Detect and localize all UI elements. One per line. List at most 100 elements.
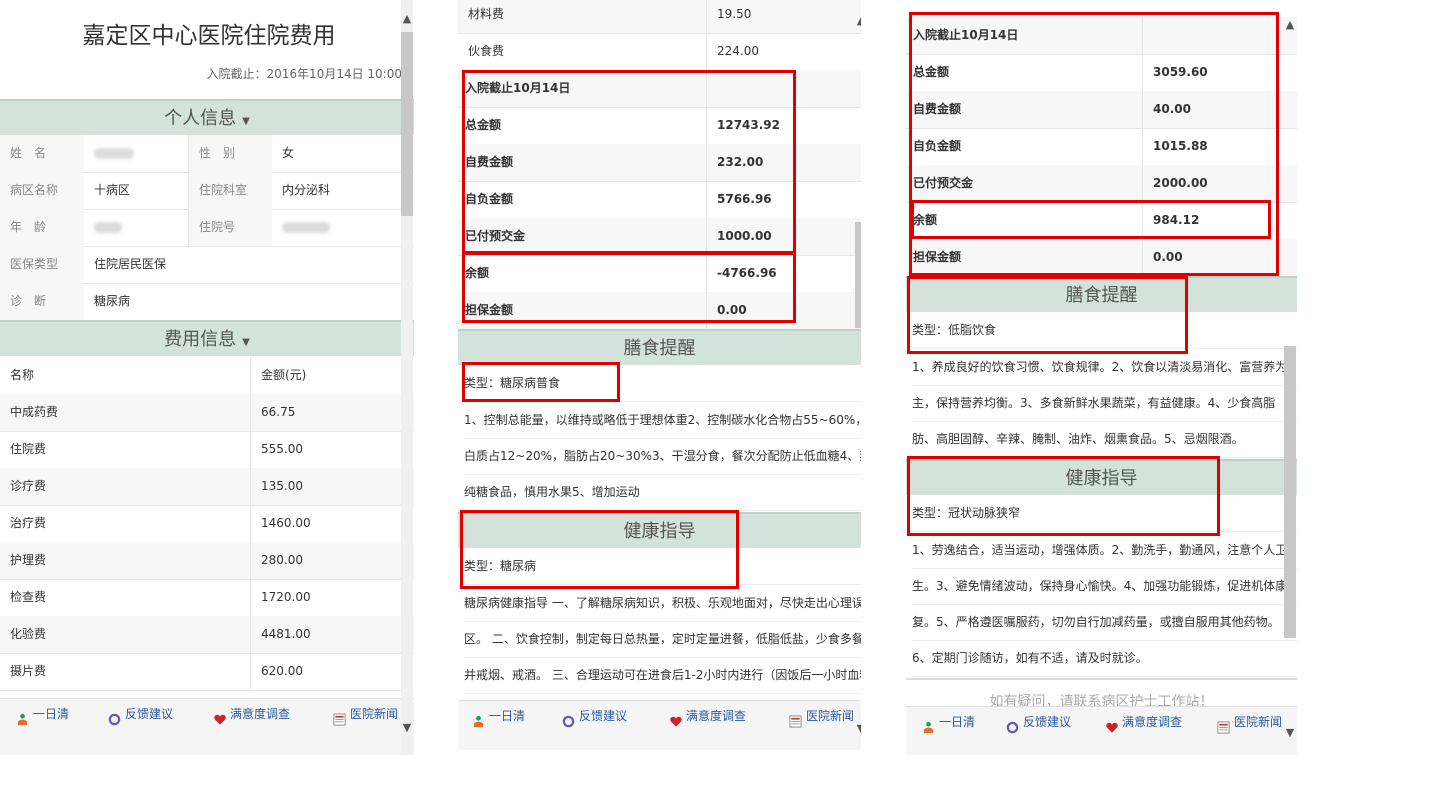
scroll-up-icon[interactable]: ▲ <box>401 12 413 26</box>
circle-icon <box>1006 715 1019 734</box>
summary-value: -4766.96 <box>706 255 861 292</box>
scroll-down-icon[interactable]: ▼ <box>401 721 413 735</box>
heart-icon <box>1105 715 1118 733</box>
scrollbar-thumb[interactable] <box>401 32 413 216</box>
summary-label: 余额 <box>465 266 490 280</box>
scroll-down-icon[interactable]: ▼ <box>1284 726 1296 740</box>
nav-label: 一日清 <box>489 709 526 723</box>
nav-satisfaction-survey[interactable]: 满意度调查 <box>1105 707 1182 743</box>
panel-inpatient-fees-2[interactable]: 材料费 19.50 伙食费 224.00 入院截止10月14日 总金额 12743.92 自… <box>458 0 861 750</box>
cutoff-time: 入院截止：2016年10月14日 10:00 <box>206 67 402 81</box>
label-diagnosis: 诊 断 <box>0 283 84 320</box>
nav-daily-list[interactable]: 一日清 <box>922 707 975 743</box>
summary-value: 0.00 <box>1142 239 1297 276</box>
summary-label: 总金额 <box>913 65 950 79</box>
scrollbar[interactable]: ▲ ▼ <box>855 0 861 750</box>
diet-section-header[interactable]: 膳食提醒 <box>458 329 861 365</box>
scrollbar[interactable]: ▲ ▼ <box>401 0 413 755</box>
nav-satisfaction-survey[interactable]: 满意度调查 <box>213 699 290 735</box>
value-admission-no <box>272 209 414 246</box>
nav-label: 反馈建议 <box>125 707 174 721</box>
news-icon <box>333 707 346 726</box>
text-line: 区。 二、饮食控制，制定每日总热量，定时定量进餐，低脂低盐，少食多餐 <box>464 621 861 658</box>
text-line: 1、控制总能量，以维持或略低于理想体重2、控制碳水化合物占55~60%，蛋 <box>464 402 861 439</box>
nav-label: 满意度调查 <box>230 707 291 721</box>
fee-info-section-header[interactable]: 费用信息 ▼ <box>0 320 414 356</box>
text-line: 纯糖食品，慎用水果5、增加运动 <box>464 474 861 511</box>
fee-row: 化验费 4481.00 <box>0 616 414 654</box>
nav-hospital-news[interactable]: 医院新闻 <box>1217 707 1282 743</box>
summary-value: 3059.60 <box>1142 54 1297 91</box>
fee-header-amount: 金额(元) <box>250 357 414 394</box>
scrollbar-thumb[interactable] <box>855 222 861 328</box>
panel-inpatient-fees-3[interactable]: 入院截止10月14日 总金额 3059.60 自费金额 40.00 自负金额 1015.88… <box>906 0 1297 755</box>
summary-label: 自费金额 <box>913 102 962 116</box>
scroll-up-icon[interactable]: ▲ <box>855 14 861 28</box>
redacted-age <box>94 222 122 233</box>
info-row-age: 年 龄 住院号 <box>0 209 414 247</box>
fee-name: 材料费 <box>468 7 505 21</box>
fee-amount: 66.75 <box>250 394 414 431</box>
personal-info-section-header[interactable]: 个人信息 ▼ <box>0 99 414 135</box>
scroll-up-icon[interactable]: ▲ <box>1284 18 1296 32</box>
nav-hospital-news[interactable]: 医院新闻 <box>333 699 398 735</box>
scroll-down-icon[interactable]: ▼ <box>855 722 861 736</box>
section-title: 个人信息 <box>164 108 237 129</box>
label-age: 年 龄 <box>0 209 84 246</box>
label-ward: 病区名称 <box>0 172 84 209</box>
label-gender: 性 别 <box>188 135 272 172</box>
diet-type: 类型：低脂饮食 <box>912 312 1297 349</box>
value-diagnosis: 糖尿病 <box>94 294 131 308</box>
scrollbar[interactable]: ▲ ▼ <box>1284 0 1296 755</box>
summary-row: 已付预交金 1000.00 <box>458 218 861 256</box>
fee-row: 治疗费 1460.00 <box>0 505 414 543</box>
fee-amount: 1460.00 <box>250 505 414 542</box>
page-title: 嘉定区中心医院住院费用 <box>82 23 336 49</box>
fee-amount: 135.00 <box>250 468 414 505</box>
scrollbar-thumb[interactable] <box>1284 346 1296 638</box>
circle-icon <box>562 709 575 728</box>
nav-satisfaction-survey[interactable]: 满意度调查 <box>669 701 746 737</box>
text-line: 复。5、严格遵医嘱服药，切勿自行加减药量，或擅自服用其他药物。 <box>912 604 1297 641</box>
nav-feedback[interactable]: 反馈建议 <box>108 699 173 735</box>
fee-amount: 1720.00 <box>250 579 414 616</box>
fee-amount: 4481.00 <box>250 616 414 653</box>
label-name: 姓 名 <box>0 135 84 172</box>
summary-value: 232.00 <box>706 144 861 181</box>
fee-table-header: 名称 金额(元) <box>0 357 414 395</box>
nav-label: 一日清 <box>939 715 976 729</box>
summary-value: 2000.00 <box>1142 165 1297 202</box>
summary-row: 已付预交金 2000.00 <box>906 165 1297 203</box>
text-line: 并戒烟、戒酒。 三、合理运动可在进食后1-2小时内进行（因饭后一小时血糖 <box>464 657 861 694</box>
fee-amount: 19.50 <box>706 0 861 33</box>
fee-row: 材料费 19.50 <box>458 0 861 34</box>
summary-row: 总金额 3059.60 <box>906 54 1297 92</box>
summary-row: 总金额 12743.92 <box>458 107 861 145</box>
news-icon <box>789 709 802 728</box>
section-title: 健康指导 <box>623 521 696 542</box>
health-section-header[interactable]: 健康指导 <box>458 512 861 548</box>
summary-row: 自负金额 5766.96 <box>458 181 861 219</box>
nav-hospital-news[interactable]: 医院新闻 <box>789 701 854 737</box>
fee-row: 护理费 280.00 <box>0 542 414 580</box>
health-section-header[interactable]: 健康指导 <box>906 459 1297 495</box>
fee-name: 中成药费 <box>10 405 59 419</box>
nav-daily-list[interactable]: 一日清 <box>472 701 525 737</box>
summary-label: 已付预交金 <box>465 229 526 243</box>
nav-label: 医院新闻 <box>350 707 399 721</box>
value-gender: 女 <box>282 146 295 160</box>
fee-name: 检查费 <box>10 590 47 604</box>
diet-section-header[interactable]: 膳食提醒 <box>906 276 1297 312</box>
summary-label: 担保金额 <box>913 250 962 264</box>
summary-row: 担保金额 0.00 <box>458 292 861 330</box>
nav-label: 反馈建议 <box>579 709 628 723</box>
fee-row: 检查费 1720.00 <box>0 579 414 617</box>
nav-daily-list[interactable]: 一日清 <box>16 699 69 735</box>
panel-inpatient-fees-1[interactable]: 嘉定区中心医院住院费用 入院截止：2016年10月14日 10:00 个人信息 ▼… <box>0 0 414 755</box>
health-type: 类型：糖尿病 <box>464 548 861 585</box>
text-line: 主，保持营养均衡。3、多食新鲜水果蔬菜，有益健康。4、少食高脂 <box>912 385 1297 422</box>
nav-feedback[interactable]: 反馈建议 <box>562 701 627 737</box>
nav-feedback[interactable]: 反馈建议 <box>1006 707 1071 743</box>
summary-label: 自负金额 <box>913 139 962 153</box>
summary-value <box>706 70 861 107</box>
